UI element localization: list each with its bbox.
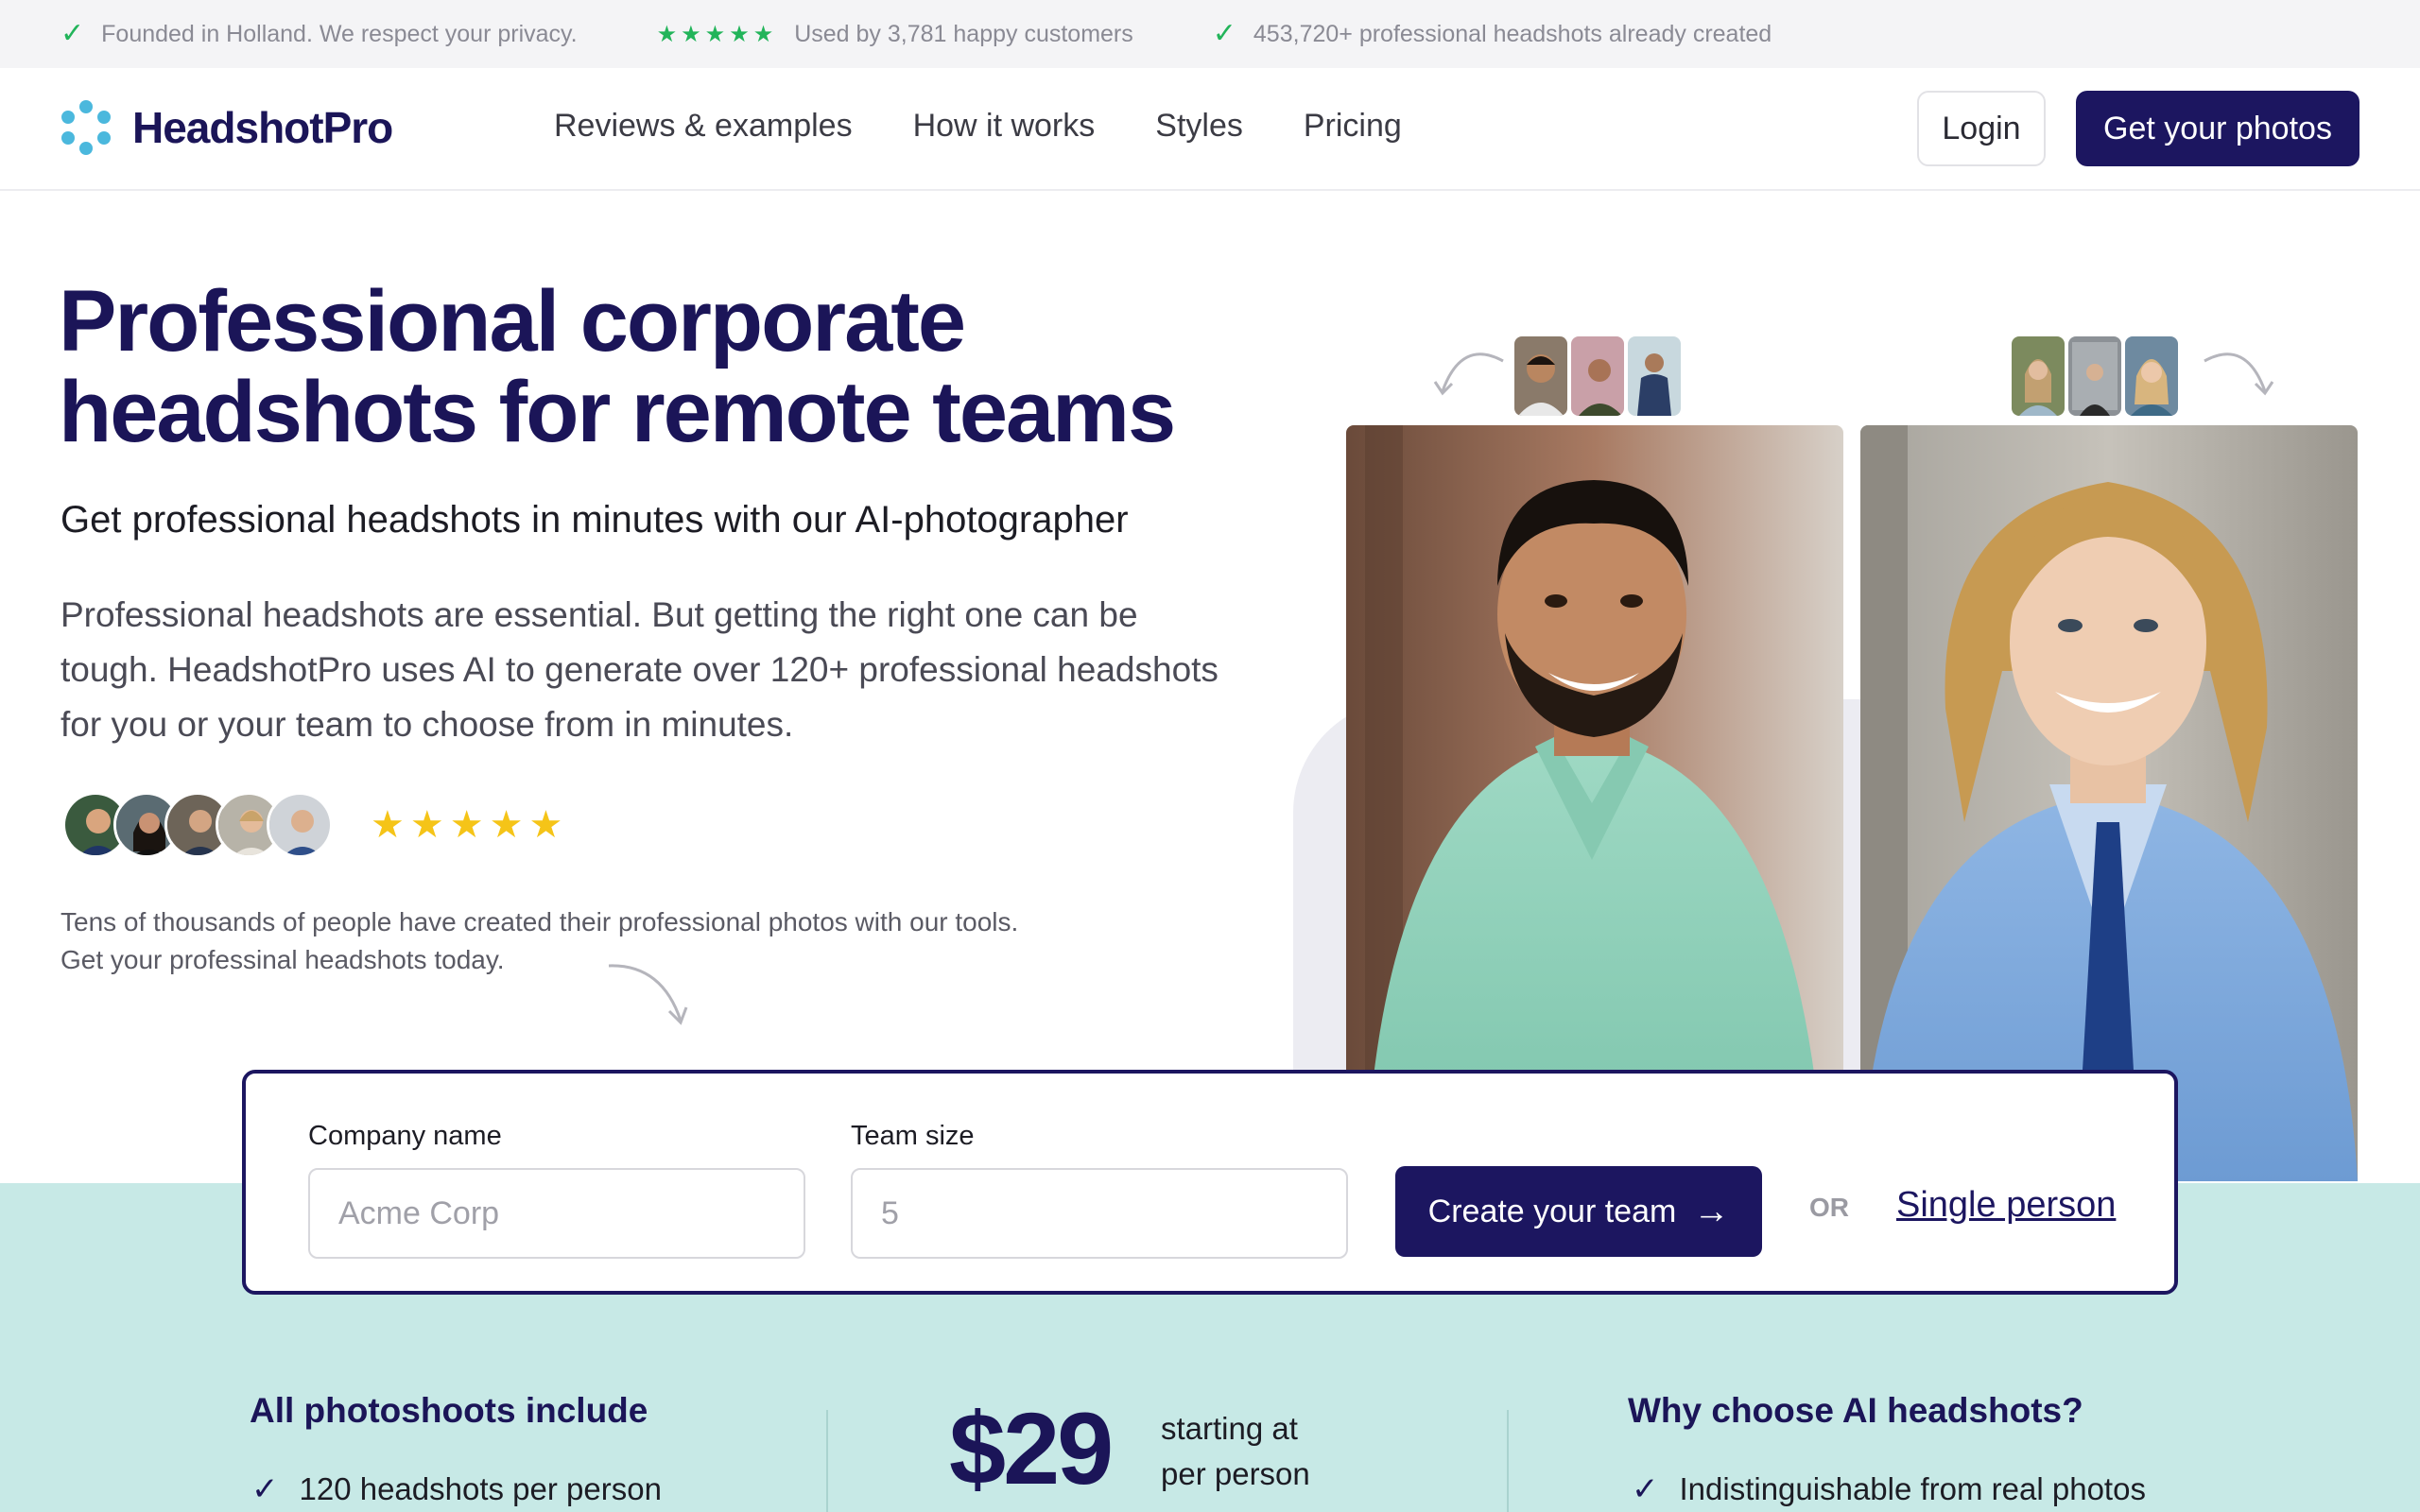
hero-title-line1: Professional corporate <box>59 273 966 369</box>
headshot-female <box>1860 425 2358 1181</box>
single-person-link[interactable]: Single person <box>1896 1185 2116 1226</box>
main-nav: HeadshotPro Reviews & examples How it wo… <box>0 68 2420 191</box>
login-button[interactable]: Login <box>1917 91 2046 166</box>
price-note-line1: starting at <box>1161 1411 1298 1446</box>
why-item: ✓ Indistinguishable from real photos <box>1632 1470 2146 1508</box>
hero-subtitle: Get professional headshots in minutes wi… <box>60 499 1129 541</box>
nav-link-reviews[interactable]: Reviews & examples <box>554 108 853 145</box>
brand-logo[interactable]: HeadshotPro <box>59 100 393 155</box>
privacy-notice: ✓ Founded in Holland. We respect your pr… <box>60 20 578 48</box>
nav-link-styles[interactable]: Styles <box>1155 108 1243 145</box>
input-photos-female <box>2012 336 2178 416</box>
arrow-right-icon: → <box>1693 1191 1730 1231</box>
price-note: starting at per person <box>1161 1406 1310 1497</box>
headshot-male <box>1346 425 1843 1181</box>
or-separator: OR <box>1809 1193 1849 1222</box>
customers-text: Used by 3,781 happy customers <box>794 20 1133 47</box>
input-thumbnail <box>2125 336 2178 416</box>
includes-title: All photoshoots include <box>250 1391 648 1430</box>
brand-name: HeadshotPro <box>132 103 393 152</box>
team-size-input[interactable] <box>851 1168 1348 1259</box>
why-item-text: Indistinguishable from real photos <box>1679 1471 2146 1506</box>
input-thumbnail <box>2012 336 2065 416</box>
logo-icon <box>61 100 111 155</box>
headshots-text: 453,720+ professional headshots already … <box>1253 20 1772 47</box>
hero-title-line2: headshots for remote teams <box>59 364 1176 460</box>
company-name-label: Company name <box>308 1121 502 1151</box>
rating-stars: ★★★★★ <box>371 804 569 846</box>
customer-avatars <box>62 792 333 858</box>
curved-arrow-icon <box>608 964 688 1025</box>
nav-links: Reviews & examples How it works Styles P… <box>554 108 1402 145</box>
hero-title: Professional corporate headshots for rem… <box>59 276 1288 457</box>
input-photos-male <box>1514 336 1681 416</box>
stars-icon: ★★★★★ <box>656 21 778 47</box>
nav-link-how-it-works[interactable]: How it works <box>913 108 1096 145</box>
input-thumbnail <box>1571 336 1624 416</box>
customers-notice: ★★★★★ Used by 3,781 happy customers <box>657 21 1133 48</box>
check-icon: ✓ <box>60 18 85 49</box>
headshots-notice: ✓ 453,720+ professional headshots alread… <box>1213 20 1772 48</box>
team-signup-form: Company name Team size Create your team … <box>242 1070 2178 1295</box>
create-team-button[interactable]: Create your team → <box>1395 1166 1762 1257</box>
hero-note: Tens of thousands of people have created… <box>60 907 1019 974</box>
team-size-label: Team size <box>851 1121 975 1151</box>
hero-description: Professional headshots are essential. Bu… <box>60 595 1219 744</box>
includes-item-text: 120 headshots per person <box>299 1471 662 1506</box>
price: $29 <box>949 1391 1114 1505</box>
input-thumbnail <box>1628 336 1681 416</box>
announcement-bar: ✓ Founded in Holland. We respect your pr… <box>0 0 2420 68</box>
curved-arrow-icon <box>1433 352 1504 396</box>
column-divider <box>826 1410 828 1512</box>
price-note-line2: per person <box>1161 1456 1310 1491</box>
check-icon: ✓ <box>1212 18 1236 49</box>
privacy-text: Founded in Holland. We respect your priv… <box>101 20 578 47</box>
check-icon: ✓ <box>1632 1471 1659 1507</box>
column-divider <box>1507 1410 1509 1512</box>
input-thumbnail <box>2068 336 2121 416</box>
get-photos-button[interactable]: Get your photos <box>2076 91 2360 166</box>
check-icon: ✓ <box>251 1471 279 1507</box>
input-thumbnail <box>1514 336 1567 416</box>
includes-item: ✓ 120 headshots per person <box>251 1470 662 1508</box>
curved-arrow-icon <box>2204 352 2274 396</box>
why-title: Why choose AI headshots? <box>1628 1391 2083 1430</box>
avatar <box>267 792 333 858</box>
company-name-input[interactable] <box>308 1168 805 1259</box>
nav-link-pricing[interactable]: Pricing <box>1304 108 1402 145</box>
create-team-label: Create your team <box>1427 1193 1677 1229</box>
